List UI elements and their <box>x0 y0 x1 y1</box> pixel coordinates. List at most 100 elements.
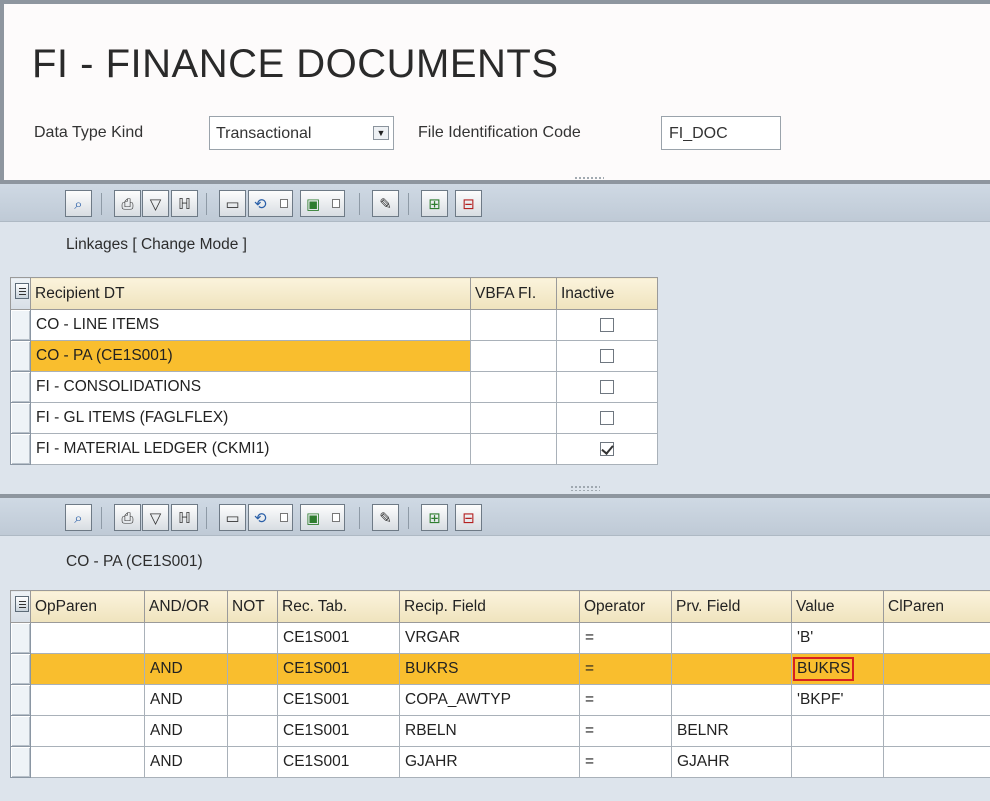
details-icon[interactable]: ⌕ <box>65 504 92 531</box>
clparen-cell[interactable] <box>883 715 990 747</box>
row-selector[interactable] <box>10 653 31 685</box>
value-cell[interactable] <box>791 715 884 747</box>
andor-cell[interactable] <box>144 622 228 654</box>
export-icon[interactable]: ⟲ <box>248 504 293 531</box>
column-header[interactable]: Recipient DT <box>30 277 471 310</box>
andor-cell[interactable]: AND <box>144 653 228 685</box>
recipient-cell[interactable]: FI - GL ITEMS (FAGLFLEX) <box>30 402 471 434</box>
prv-field-cell[interactable] <box>671 653 792 685</box>
opparen-cell[interactable] <box>30 715 145 747</box>
andor-cell[interactable]: AND <box>144 746 228 778</box>
value-highlight-box[interactable]: BUKRS <box>793 657 855 681</box>
print-icon[interactable]: ⎙ <box>114 504 141 531</box>
column-header[interactable]: Operator <box>579 590 672 623</box>
table-row[interactable]: CE1S001 VRGAR = 'B' <box>10 622 990 654</box>
recipient-cell[interactable]: CO - LINE ITEMS <box>30 309 471 341</box>
column-header[interactable]: Rec. Tab. <box>277 590 400 623</box>
print-preview-icon[interactable]: ▭ <box>219 190 246 217</box>
value-cell[interactable] <box>791 746 884 778</box>
export-icon[interactable]: ⟲ <box>248 190 293 217</box>
table-row[interactable]: CO - LINE ITEMS <box>10 309 658 341</box>
table-row[interactable]: AND CE1S001 BUKRS = BUKRS <box>10 653 990 685</box>
find-icon[interactable]: ℍ <box>171 504 198 531</box>
andor-cell[interactable]: AND <box>144 684 228 716</box>
row-selector[interactable] <box>10 715 31 747</box>
prv-field-cell[interactable] <box>671 622 792 654</box>
recipient-cell[interactable]: FI - MATERIAL LEDGER (CKMI1) <box>30 433 471 465</box>
not-cell[interactable] <box>227 653 278 685</box>
rec-tab-cell[interactable]: CE1S001 <box>277 653 400 685</box>
delete-row-icon[interactable]: ⊟ <box>455 504 482 531</box>
not-cell[interactable] <box>227 622 278 654</box>
inactive-checkbox[interactable] <box>600 379 614 394</box>
clear-icon[interactable]: ✎ <box>372 504 399 531</box>
print-icon[interactable]: ⎙ <box>114 190 141 217</box>
vbfa-cell[interactable] <box>470 371 557 403</box>
inactive-checkbox[interactable] <box>600 410 614 425</box>
row-selector[interactable] <box>10 340 31 372</box>
opparen-cell[interactable] <box>30 653 145 685</box>
details-icon[interactable]: ⌕ <box>65 190 92 217</box>
row-selector[interactable] <box>10 309 31 341</box>
select-all-icon[interactable] <box>10 277 31 310</box>
table-row[interactable]: FI - CONSOLIDATIONS <box>10 371 658 403</box>
table-row[interactable]: AND CE1S001 RBELN = BELNR <box>10 715 990 747</box>
row-selector[interactable] <box>10 402 31 434</box>
splitter-grip-icon[interactable] <box>570 485 600 491</box>
recipient-cell[interactable]: FI - CONSOLIDATIONS <box>30 371 471 403</box>
row-selector[interactable] <box>10 622 31 654</box>
rec-tab-cell[interactable]: CE1S001 <box>277 746 400 778</box>
vbfa-cell[interactable] <box>470 340 557 372</box>
table-row[interactable]: FI - MATERIAL LEDGER (CKMI1) <box>10 433 658 465</box>
row-selector[interactable] <box>10 371 31 403</box>
inactive-checkbox[interactable] <box>600 317 614 332</box>
select-all-icon[interactable] <box>10 590 31 623</box>
print-preview-icon[interactable]: ▭ <box>219 504 246 531</box>
prv-field-cell[interactable] <box>671 684 792 716</box>
recip-field-cell[interactable]: COPA_AWTYP <box>399 684 580 716</box>
inactive-checkbox[interactable] <box>600 441 614 456</box>
value-cell[interactable]: 'B' <box>791 622 884 654</box>
operator-cell[interactable]: = <box>579 622 672 654</box>
column-header[interactable]: VBFA FI. <box>470 277 557 310</box>
clparen-cell[interactable] <box>883 653 990 685</box>
insert-row-icon[interactable]: ⊞ <box>421 190 448 217</box>
recip-field-cell[interactable]: GJAHR <box>399 746 580 778</box>
filter-icon[interactable]: ▽ <box>142 504 169 531</box>
row-selector[interactable] <box>10 433 31 465</box>
clear-icon[interactable]: ✎ <box>372 190 399 217</box>
column-header[interactable]: AND/OR <box>144 590 228 623</box>
inactive-checkbox[interactable] <box>600 348 614 363</box>
column-header[interactable]: Inactive <box>556 277 658 310</box>
prv-field-cell[interactable]: GJAHR <box>671 746 792 778</box>
vbfa-cell[interactable] <box>470 309 557 341</box>
file-id-field[interactable]: FI_DOC <box>661 116 781 150</box>
value-cell[interactable]: BUKRS <box>791 653 884 685</box>
not-cell[interactable] <box>227 746 278 778</box>
table-row[interactable]: FI - GL ITEMS (FAGLFLEX) <box>10 402 658 434</box>
table-row[interactable]: AND CE1S001 GJAHR = GJAHR <box>10 746 990 778</box>
operator-cell[interactable]: = <box>579 653 672 685</box>
rec-tab-cell[interactable]: CE1S001 <box>277 715 400 747</box>
not-cell[interactable] <box>227 715 278 747</box>
column-header[interactable]: ClParen <box>883 590 990 623</box>
rec-tab-cell[interactable]: CE1S001 <box>277 622 400 654</box>
vbfa-cell[interactable] <box>470 433 557 465</box>
clparen-cell[interactable] <box>883 746 990 778</box>
clparen-cell[interactable] <box>883 622 990 654</box>
row-selector[interactable] <box>10 684 31 716</box>
table-row[interactable]: CO - PA (CE1S001) <box>10 340 658 372</box>
operator-cell[interactable]: = <box>579 684 672 716</box>
layout-icon[interactable]: ▣ <box>300 190 345 217</box>
rec-tab-cell[interactable]: CE1S001 <box>277 684 400 716</box>
layout-icon[interactable]: ▣ <box>300 504 345 531</box>
column-header[interactable]: OpParen <box>30 590 145 623</box>
recip-field-cell[interactable]: BUKRS <box>399 653 580 685</box>
column-header[interactable]: NOT <box>227 590 278 623</box>
recipient-cell[interactable]: CO - PA (CE1S001) <box>30 340 471 372</box>
opparen-cell[interactable] <box>30 684 145 716</box>
delete-row-icon[interactable]: ⊟ <box>455 190 482 217</box>
row-selector[interactable] <box>10 746 31 778</box>
data-type-kind-select[interactable]: Transactional ▼ <box>209 116 394 150</box>
vbfa-cell[interactable] <box>470 402 557 434</box>
